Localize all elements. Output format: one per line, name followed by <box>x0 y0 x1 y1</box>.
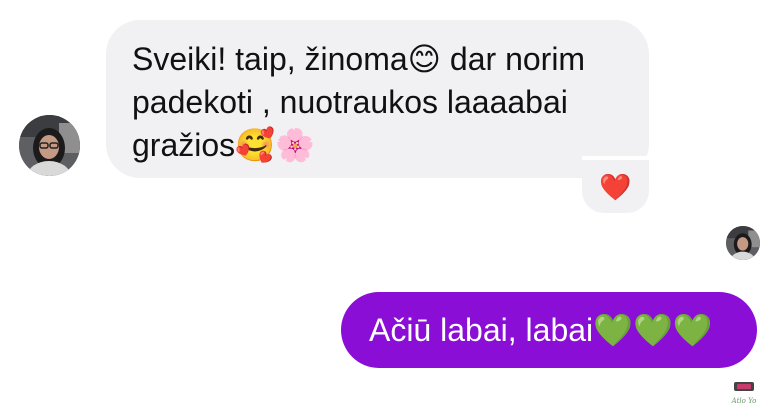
outgoing-message-bubble[interactable]: Ačiū labai, labai💚💚💚 <box>341 292 757 368</box>
chat-thread: Sveiki! taip, žinoma😊 dar norim padekoti… <box>0 0 768 419</box>
seen-avatar <box>726 226 760 260</box>
svg-text:Atlo Yo: Atlo Yo <box>731 397 757 405</box>
seen-avatar-photo-icon <box>726 226 760 260</box>
incoming-message-bubble[interactable]: Sveiki! taip, žinoma😊 dar norim padekoti… <box>106 20 649 178</box>
heart-reaction-icon: ❤️ <box>599 171 632 202</box>
sender-avatar[interactable] <box>19 115 80 176</box>
logo-watermark-icon: Atlo Yo <box>728 378 760 408</box>
incoming-message-text: Sveiki! taip, žinoma😊 dar norim padekoti… <box>132 41 586 163</box>
outgoing-message-text: Ačiū labai, labai💚💚💚 <box>369 312 713 348</box>
message-reaction[interactable]: ❤️ <box>582 156 649 213</box>
avatar-photo-icon <box>19 115 80 176</box>
